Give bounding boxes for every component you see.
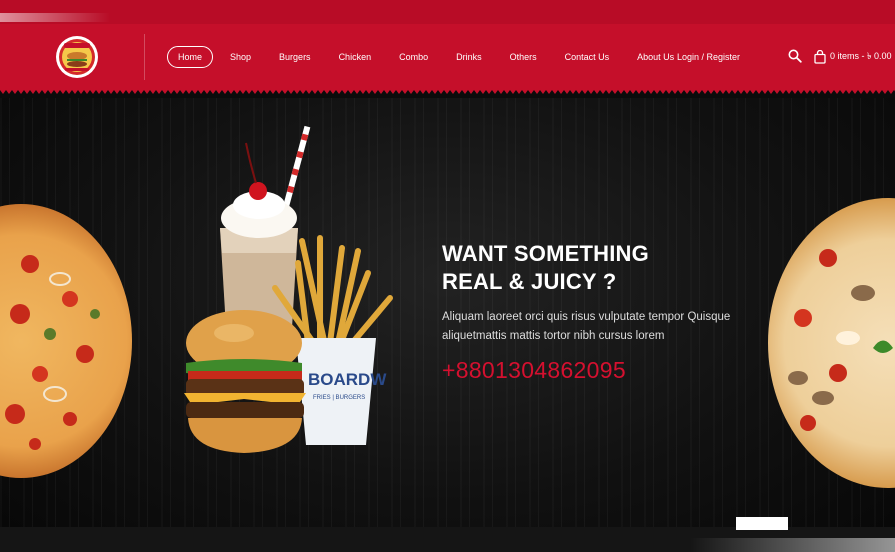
nav-item-combo[interactable]: Combo xyxy=(388,47,439,67)
bottom-fade xyxy=(690,538,895,552)
cup-subtext: FRIES | BURGERS xyxy=(313,395,365,401)
main-nav: Home Shop Burgers Chicken Combo Drinks O… xyxy=(167,46,691,68)
hero-headline: WANT SOMETHING REAL & JUICY ? xyxy=(442,240,649,296)
hero-banner: BOARDW FRIES | BURGERS WANT SOMETHING RE… xyxy=(0,98,895,552)
pepperoni-toppings xyxy=(5,255,100,450)
top-bar xyxy=(0,0,895,24)
nav-item-drinks[interactable]: Drinks xyxy=(445,47,493,67)
slider-tab[interactable] xyxy=(736,517,788,530)
mushroom-toppings xyxy=(788,249,893,431)
cart-button[interactable]: 0 items - ৳ 0.00 xyxy=(814,49,892,64)
cup-brand-text: BOARDW xyxy=(308,370,387,389)
hero-headline-line1: WANT SOMETHING xyxy=(442,241,649,266)
nav-item-contact-us[interactable]: Contact Us xyxy=(554,47,621,67)
logo-icon[interactable] xyxy=(55,35,99,79)
shopping-bag-icon xyxy=(814,49,826,64)
pizza-left-image xyxy=(0,204,132,478)
nav-item-shop[interactable]: Shop xyxy=(219,47,262,67)
top-bar-highlight xyxy=(0,13,110,22)
site-header: Home Shop Burgers Chicken Combo Drinks O… xyxy=(0,24,895,90)
header-zigzag-edge xyxy=(0,88,895,98)
nav-item-home[interactable]: Home xyxy=(167,46,214,68)
hero-description: Aliquam laoreet orci quis risus vulputat… xyxy=(442,311,731,342)
login-register-link[interactable]: Login / Register xyxy=(677,52,740,62)
search-icon[interactable] xyxy=(788,49,802,63)
header-divider xyxy=(144,34,145,80)
nav-item-chicken[interactable]: Chicken xyxy=(328,47,383,67)
hero-phone-number[interactable]: +8801304862095 xyxy=(442,357,626,384)
nav-item-others[interactable]: Others xyxy=(499,47,548,67)
pizza-right-image xyxy=(768,198,895,488)
burger-fries-shake-image: BOARDW FRIES | BURGERS xyxy=(184,125,393,453)
nav-item-burgers[interactable]: Burgers xyxy=(268,47,322,67)
hero-headline-line2: REAL & JUICY ? xyxy=(442,269,617,294)
cart-summary: 0 items - ৳ 0.00 xyxy=(830,51,892,61)
